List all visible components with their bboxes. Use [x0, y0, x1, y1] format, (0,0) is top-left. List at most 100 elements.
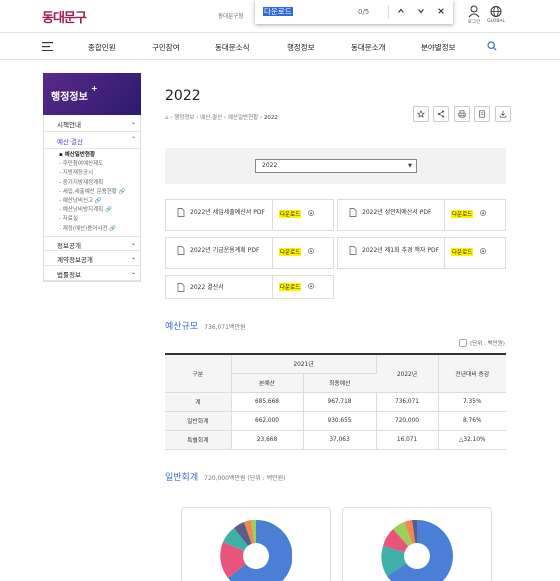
- logo[interactable]: 동대문구: [42, 7, 87, 26]
- nav-item-civil[interactable]: 종합민원: [88, 42, 116, 53]
- global-label: GLOBAL: [486, 19, 506, 24]
- expense-pie-card: 세출: [342, 507, 492, 581]
- check-icon: [459, 339, 467, 347]
- file-card: 2022년 기금운용계획 PDF 다운로드: [165, 237, 334, 269]
- download-icon: [480, 210, 486, 216]
- sidebar-item-contract[interactable]: 계약정보공개 ⌄: [44, 251, 140, 266]
- download-icon: [308, 210, 314, 216]
- share-button[interactable]: [433, 106, 449, 122]
- file-name: 2022년 세입세출예산서 PDF: [190, 209, 265, 216]
- chevron-down-icon: ⌄: [130, 119, 136, 126]
- file-card: 2022년 성인지예산서 PDF 다운로드: [337, 199, 506, 231]
- table-cell: 23,668: [231, 430, 304, 450]
- download-page-button[interactable]: [494, 106, 511, 122]
- search-icon: [487, 41, 497, 51]
- breadcrumb-item[interactable]: 예산일반현황: [228, 115, 258, 121]
- find-input[interactable]: 다운로드: [263, 5, 358, 19]
- find-bar: 다운로드 0/5: [255, 0, 453, 24]
- find-count: 0/5: [358, 8, 370, 16]
- breadcrumb-item[interactable]: 행정정보: [174, 115, 194, 121]
- download-button[interactable]: 다운로드: [272, 200, 334, 230]
- printer-icon: [457, 110, 466, 118]
- table-cell: 계: [165, 392, 232, 412]
- find-prev-button[interactable]: [391, 7, 411, 18]
- login-button[interactable]: 로그인: [462, 5, 486, 25]
- sidebar-subitem[interactable]: - 자료실: [59, 215, 140, 224]
- table-header: 본예산: [231, 373, 304, 393]
- file-card: 2022년 세입세출예산서 PDF 다운로드: [165, 199, 334, 231]
- year-select-box: 2022 ▼: [165, 148, 506, 184]
- home-icon[interactable]: ⌂: [165, 115, 169, 121]
- sidebar-item-law[interactable]: 법률정보 ⌄: [44, 266, 140, 281]
- star-icon: [416, 110, 425, 118]
- nav-item-about[interactable]: 동대문소개: [351, 42, 386, 53]
- sidebar-item-disclosure[interactable]: 정보공개 ⌄: [44, 235, 140, 251]
- nav-item-news[interactable]: 동대문소식: [215, 42, 250, 53]
- table-cell: 930,655: [303, 411, 377, 431]
- main-nav: 종합민원 구민참여 동대문소식 행정정보 동대문소개 분야별정보: [0, 34, 560, 60]
- download-label: 다운로드: [279, 283, 302, 291]
- year-select[interactable]: 2022 ▼: [255, 159, 417, 173]
- revenue-pie-card: 세입: [181, 507, 331, 581]
- sidebar-subitem[interactable]: - 예산낭비방지계획 🔗: [59, 206, 140, 215]
- download-label: 다운로드: [279, 210, 302, 218]
- search-button[interactable]: [487, 41, 497, 53]
- table-cell: 967,718: [303, 392, 377, 412]
- sidebar-subitem[interactable]: - 주민참여예산제도: [59, 160, 140, 169]
- unit-label: (단위 : 백만원): [459, 339, 505, 347]
- file-name: 2022년 성인지예산서 PDF: [362, 209, 432, 216]
- table-row: 일반회계 662,000 930,655 720,000 8.76%: [165, 411, 506, 431]
- page-title: 2022: [165, 88, 201, 104]
- table-cell: 736,071: [376, 392, 439, 412]
- download-button[interactable]: 다운로드: [272, 276, 334, 298]
- sidebar-subitem[interactable]: - 재정(예산)용어사전 🔗: [59, 225, 140, 234]
- table-cell: 16,071: [376, 430, 439, 450]
- copy-button[interactable]: [474, 106, 490, 122]
- user-icon: [462, 5, 486, 18]
- download-button[interactable]: 다운로드: [272, 238, 334, 268]
- document-icon: [479, 110, 485, 118]
- print-button[interactable]: [453, 106, 470, 122]
- sidebar: 행정정보 + 시책안내 ⌄ 예산·결산 ⌃ ▪ 예산일반현황 - 주민참여예산제도 -…: [43, 73, 141, 282]
- file-card: 2022 결산서 다운로드: [165, 275, 334, 299]
- table-cell: △32.10%: [438, 430, 506, 450]
- breadcrumb-item[interactable]: 예산·결산: [200, 115, 222, 121]
- sidebar-subitem[interactable]: - 지방재정공시: [59, 169, 140, 178]
- nav-item-participation[interactable]: 구민참여: [152, 42, 180, 53]
- file-card: 2022년 제1회 추경 책자 PDF 다운로드: [337, 237, 506, 269]
- file-icon: [177, 208, 185, 217]
- menu-button[interactable]: [42, 42, 53, 53]
- sidebar-item-budget[interactable]: 예산·결산 ⌃: [44, 132, 140, 149]
- sidebar-subitem[interactable]: - 중기지방재정계획: [59, 179, 140, 188]
- sidebar-subitem[interactable]: - 세입,세출예산 운용현황 🔗: [59, 188, 140, 197]
- bookmark-button[interactable]: [412, 106, 429, 122]
- download-button[interactable]: 다운로드: [444, 238, 506, 268]
- find-next-button[interactable]: [411, 7, 431, 18]
- caret-down-icon: ▼: [408, 163, 412, 169]
- table-row: 특별회계 23,668 37,063 16,071 △32.10%: [165, 430, 506, 450]
- sidebar-title: 행정정보 +: [43, 73, 141, 115]
- general-total: 720,000백만원 (단위 : 백만원): [204, 475, 286, 482]
- nav-item-fields[interactable]: 분야별정보: [421, 42, 456, 53]
- global-button[interactable]: GLOBAL: [484, 5, 508, 24]
- chevron-down-icon: ⌄: [130, 268, 136, 276]
- chevron-up-icon: ⌃: [130, 136, 136, 143]
- sidebar-menu: 시책안내 ⌄ 예산·결산 ⌃ ▪ 예산일반현황 - 주민참여예산제도 - 지방재정공…: [43, 115, 141, 282]
- file-name: 2022 결산서: [190, 284, 224, 291]
- table-cell: 특별회계: [165, 430, 232, 450]
- pie-center-label: 세출: [411, 550, 423, 557]
- file-name: 2022년 기금운용계획 PDF: [190, 247, 260, 254]
- pie-center-label: 세입: [252, 550, 264, 557]
- nav-item-admin[interactable]: 행정정보: [287, 42, 315, 53]
- download-icon: [308, 283, 314, 289]
- sidebar-subitem[interactable]: - 예산낭비신고 🔗: [59, 197, 140, 206]
- budget-section-title: 예산규모 736,071백만원: [165, 322, 246, 332]
- find-close-button[interactable]: [431, 7, 451, 18]
- table-header: 최종예산: [303, 373, 376, 393]
- file-icon: [177, 246, 185, 255]
- sidebar-item-policy[interactable]: 시책안내 ⌄: [44, 115, 140, 132]
- sidebar-subitem[interactable]: ▪ 예산일반현황: [59, 151, 140, 160]
- file-icon: [349, 246, 357, 255]
- download-button[interactable]: 다운로드: [444, 200, 506, 230]
- table-cell: 685,668: [231, 392, 304, 412]
